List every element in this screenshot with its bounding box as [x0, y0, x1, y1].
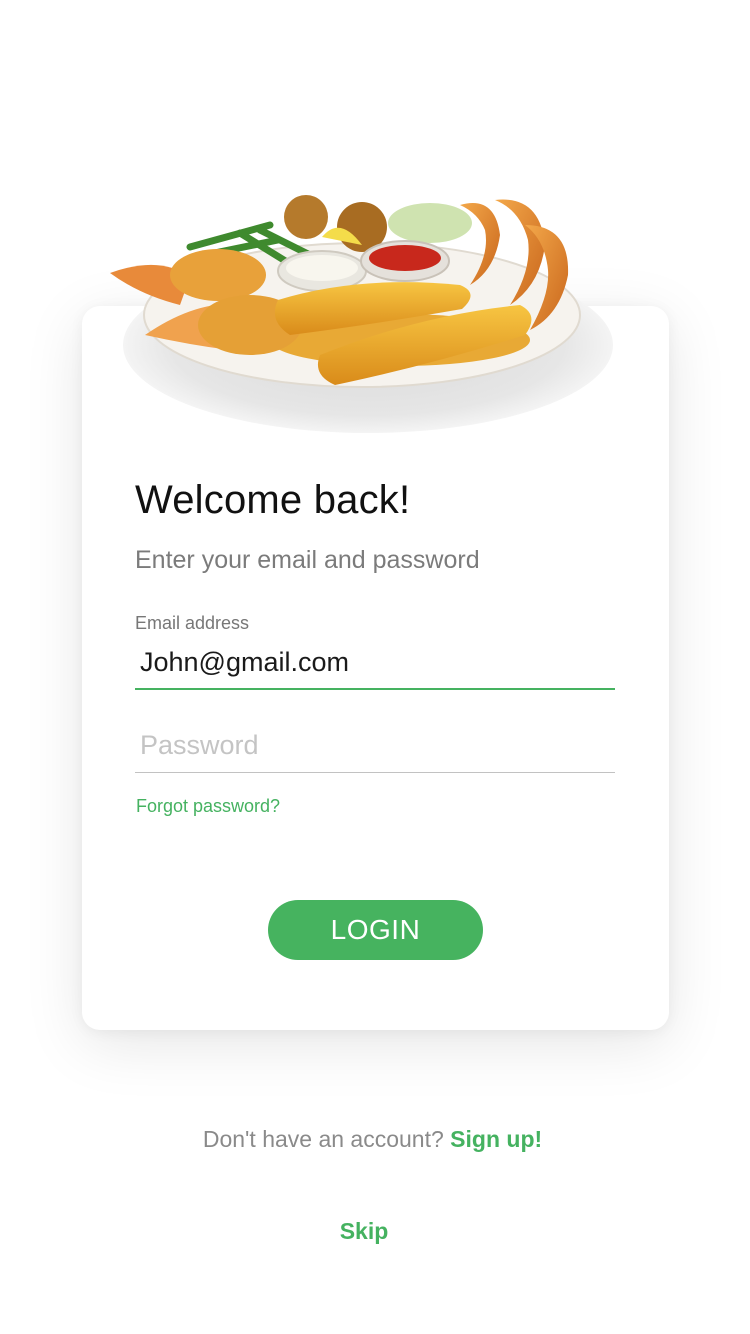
- email-label: Email address: [135, 613, 250, 633]
- signup-prompt: Don't have an account?: [202, 1126, 451, 1152]
- login-button[interactable]: LOGIN: [268, 900, 483, 960]
- password-field[interactable]: [135, 719, 615, 773]
- signup-link[interactable]: Sign up!: [450, 1126, 542, 1152]
- email-field[interactable]: [135, 636, 615, 690]
- seafood-platter-image: [110, 195, 613, 433]
- forgot-password-link[interactable]: Forgot password?: [136, 796, 280, 817]
- skip-link[interactable]: Skip: [0, 1218, 728, 1245]
- login-subtitle: Enter your email and password: [135, 546, 480, 574]
- login-screen: Welcome back! Enter your email and passw…: [0, 0, 750, 1334]
- welcome-title: Welcome back!: [135, 478, 411, 522]
- signup-row: Don't have an account? Sign up!: [0, 1126, 745, 1153]
